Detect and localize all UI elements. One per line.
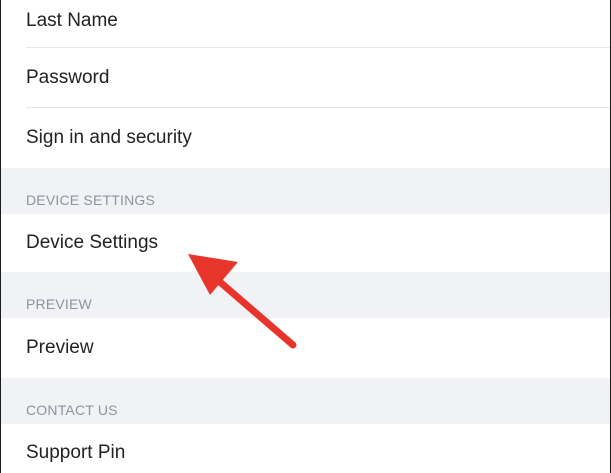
last-name-label: Last Name xyxy=(26,10,118,31)
section-header-preview: PREVIEW xyxy=(1,272,610,318)
preview-label: Preview xyxy=(26,337,94,358)
section-title: CONTACT US xyxy=(26,402,118,418)
sign-in-security-label: Sign in and security xyxy=(26,127,192,148)
settings-panel: Last Name Password Sign in and security … xyxy=(0,0,611,473)
device-settings-label: Device Settings xyxy=(26,232,159,253)
support-pin-label: Support Pin xyxy=(26,442,126,463)
last-name-row[interactable]: Last Name xyxy=(1,0,610,48)
section-title: PREVIEW xyxy=(26,296,92,312)
section-header-device-settings: DEVICE SETTINGS xyxy=(1,168,610,214)
sign-in-security-row[interactable]: Sign in and security xyxy=(1,108,610,168)
section-header-contact-us: CONTACT US xyxy=(1,378,610,424)
password-label: Password xyxy=(26,67,110,88)
section-title: DEVICE SETTINGS xyxy=(26,192,156,208)
support-pin-row[interactable]: Support Pin xyxy=(1,424,610,473)
device-settings-row[interactable]: Device Settings xyxy=(1,214,610,272)
password-row[interactable]: Password xyxy=(1,48,610,108)
preview-row[interactable]: Preview xyxy=(1,318,610,378)
